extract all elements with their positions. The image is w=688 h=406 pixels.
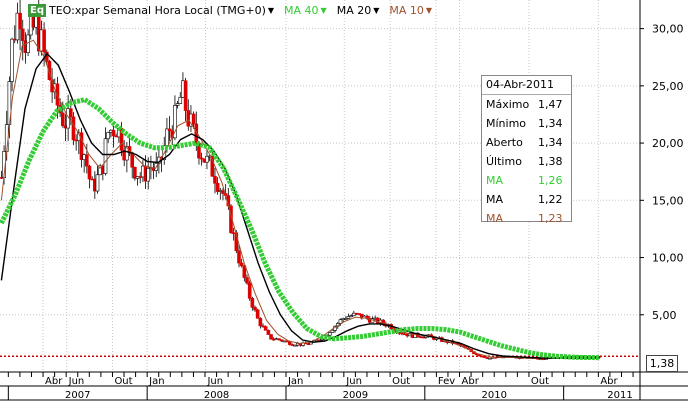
data-window-value: 1,34	[538, 117, 563, 130]
candle-body	[87, 165, 92, 180]
candle-body	[183, 80, 188, 111]
chevron-down-icon[interactable]: ▼	[321, 6, 327, 15]
candle-body	[42, 29, 46, 53]
data-window-value: 1,22	[538, 193, 563, 206]
candle-body	[178, 96, 183, 104]
data-window-value: 1,23	[538, 212, 563, 225]
month-label: Jun	[68, 376, 85, 387]
data-window-label: Máximo	[486, 98, 530, 111]
month-label: Abr	[45, 376, 63, 387]
candle-body	[266, 330, 271, 335]
symbol-title[interactable]: TEO:xpar Semanal Hora Local (TMG+0) ▼	[49, 4, 274, 17]
candle-body	[10, 38, 14, 82]
ma10-legend-label: MA 10	[389, 3, 424, 17]
y-tick-label: 30,00	[652, 23, 684, 36]
candle-body	[69, 108, 73, 118]
month-label: Jan	[148, 376, 164, 387]
data-window-value: 1,26	[538, 174, 563, 187]
month-label: Abr	[462, 376, 480, 387]
candle-body	[250, 298, 255, 308]
year-label: 2011	[607, 390, 632, 401]
month-label: Fev	[438, 376, 455, 387]
data-window-row-high: Máximo 1,47	[482, 95, 571, 114]
candle-body	[111, 129, 116, 137]
data-window-label: Aberto	[486, 136, 523, 149]
candle-body	[263, 326, 268, 331]
chart-header: Eq TEO:xpar Semanal Hora Local (TMG+0) ▼…	[28, 2, 442, 18]
year-label: 2007	[65, 390, 90, 401]
candle-body	[165, 128, 169, 146]
month-label: Abr	[600, 376, 618, 387]
y-tick-label: 25,00	[652, 80, 684, 93]
candle-body	[71, 116, 76, 141]
candle-body	[237, 250, 241, 264]
symbol-badge[interactable]: Eq	[28, 3, 46, 17]
ma20-legend-label: MA 20	[336, 3, 372, 17]
candle-body	[95, 174, 100, 192]
candle-body	[146, 168, 151, 182]
y-tick-label: 20,00	[652, 137, 684, 150]
chevron-down-icon[interactable]: ▼	[426, 6, 432, 15]
data-window-row-low: Mínimo 1,34	[482, 114, 571, 133]
data-window-value: 1,34	[538, 136, 563, 149]
chart[interactable]: 5,00 10,00 15,00 20,00 25,00 30,00 Abr Jun Out Ja…	[0, 0, 688, 402]
data-window-label: MA	[486, 212, 504, 225]
data-window-date: 04-Abr-2011	[482, 76, 571, 95]
data-window-label: Último	[486, 155, 522, 168]
data-window-row-ma20: MA 1,22	[482, 190, 571, 209]
month-label: Jan	[287, 376, 303, 387]
ma20-legend[interactable]: MA 20 ▼	[337, 4, 380, 17]
month-label: Out	[531, 376, 549, 387]
month-label: Jun	[206, 376, 223, 387]
data-window-label: MA	[486, 174, 504, 187]
candle-body	[213, 176, 217, 184]
candle-body	[103, 138, 108, 174]
data-window-label: MA	[486, 193, 504, 206]
ma10-legend[interactable]: MA 10 ▼	[389, 4, 432, 17]
candle-body	[245, 277, 249, 284]
year-label: 2010	[482, 390, 507, 401]
chevron-down-icon[interactable]: ▼	[268, 6, 274, 15]
candle-body	[239, 262, 244, 267]
year-label: 2008	[204, 390, 229, 401]
candle-body	[18, 12, 22, 30]
month-label: Out	[392, 376, 410, 387]
data-window-row-last: Último 1,38	[482, 152, 571, 171]
candle-body	[247, 282, 252, 299]
data-window-row-ma10: MA 1,23	[482, 209, 571, 228]
data-window-row-open: Aberto 1,34	[482, 133, 571, 152]
data-window-row-ma40: MA 1,26	[482, 171, 571, 190]
y-tick-label: 15,00	[652, 194, 684, 207]
candle-body	[253, 307, 257, 311]
year-label: 2009	[343, 390, 368, 401]
y-tick-label: 5,00	[652, 309, 677, 322]
price-chart-svg[interactable]: 5,00 10,00 15,00 20,00 25,00 30,00 Abr Jun Out Ja…	[0, 0, 688, 402]
data-window: 04-Abr-2011 Máximo 1,47 Mínimo 1,34 Aberto…	[481, 75, 572, 225]
candle-body	[327, 332, 332, 336]
chevron-down-icon[interactable]: ▼	[373, 6, 379, 15]
month-label: Jun	[345, 376, 362, 387]
candle-body	[60, 112, 65, 127]
symbol-title-text: TEO:xpar Semanal Hora Local (TMG+0)	[49, 3, 266, 17]
data-window-value: 1,38	[538, 155, 563, 168]
candle-body	[20, 28, 25, 41]
data-window-label: Mínimo	[486, 117, 527, 130]
ma40-legend-label: MA 40	[284, 3, 319, 17]
candle-body	[255, 309, 260, 319]
candle-body	[330, 329, 335, 333]
last-price-label: 1,38	[646, 355, 678, 372]
y-tick-label: 10,00	[652, 252, 684, 265]
data-window-value: 1,47	[538, 98, 563, 111]
ma40-legend[interactable]: MA 40 ▼	[284, 4, 327, 17]
candle-body	[106, 132, 110, 140]
candle-body	[258, 318, 263, 327]
candle-body	[191, 113, 196, 125]
month-label: Out	[114, 376, 132, 387]
candle-body	[85, 154, 89, 167]
candle-body	[269, 334, 273, 340]
